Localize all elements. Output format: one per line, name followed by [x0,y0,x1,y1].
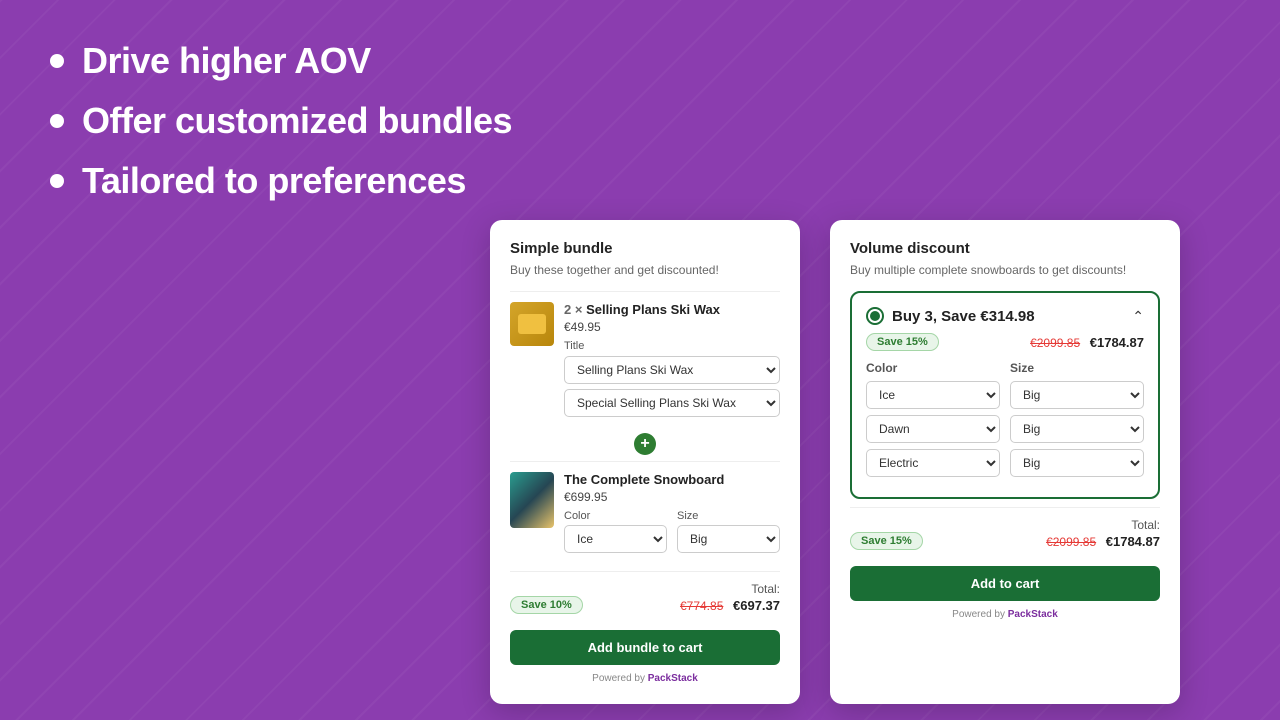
cards-area: Simple bundle Buy these together and get… [490,220,1180,704]
title-label: Title [564,340,780,352]
bullet-text-2: Offer customized bundles [82,100,512,142]
plan-title-text: Buy 3, Save €314.98 [892,308,1035,325]
product-info-2: The Complete Snowboard €699.95 Color Ice… [564,472,780,553]
color-col: Color Ice Dawn Electric [564,510,667,553]
size-select-row1[interactable]: BigMediumSmall [1010,381,1144,409]
size-select-row3[interactable]: BigMediumSmall [1010,449,1144,477]
bullet-dot-3 [50,174,64,188]
snowboard-product-image [510,472,554,528]
powered-by-simple: Powered by PackStack [510,673,780,684]
color-select-row3[interactable]: IceDawnElectric [866,449,1000,477]
plan-save-badge: Save 15% [866,333,939,351]
volume-price-discounted: €1784.87 [1106,534,1160,549]
variant-grid-row-1: IceDawnElectric BigMediumSmall [866,381,1144,409]
product-info-1: 2 × Selling Plans Ski Wax €49.95 Title S… [564,302,780,417]
total-label: Total: [510,582,780,596]
product1-select1[interactable]: Selling Plans Ski Wax [564,356,780,384]
product-row-2: The Complete Snowboard €699.95 Color Ice… [510,461,780,563]
color-select[interactable]: Ice Dawn Electric [564,525,667,553]
color-label: Color [564,510,667,522]
product-price-2: €699.95 [564,490,780,504]
radio-selected[interactable] [866,307,884,325]
add-bundle-to-cart-button[interactable]: Add bundle to cart [510,630,780,665]
volume-footer: Total: Save 15% €2099.85 €1784.87 Add to… [850,507,1160,620]
product-bold-name: Selling Plans Ski Wax [586,302,720,317]
wax-inner-block [518,314,546,334]
add-icon-container: + [510,427,780,461]
size-select-col-3: BigMediumSmall [1010,449,1144,477]
simple-bundle-title: Simple bundle [510,240,780,257]
bullet-item-3: Tailored to preferences [50,160,512,202]
simple-bundle-footer: Total: Save 10% €774.85 €697.37 Add bund… [510,571,780,684]
packstack-link-simple[interactable]: PackStack [648,673,698,684]
variant-grid-row-2: IceDawnElectric BigMediumSmall [866,415,1144,443]
volume-discount-subtitle: Buy multiple complete snowboards to get … [850,263,1160,277]
color-size-header: Color Size [866,361,1144,375]
size-col: Size Big Medium Small [677,510,780,553]
add-product-icon[interactable]: + [634,433,656,455]
plan-row[interactable]: Buy 3, Save €314.98 ⌃ Save 15% €2099.85 … [850,291,1160,499]
price-discounted: €697.37 [733,598,780,613]
color-header: Color [866,361,1000,375]
volume-save-row: Save 15% €2099.85 €1784.87 [850,532,1160,550]
color-select-col-1: IceDawnElectric [866,381,1000,409]
plan-chevron-icon[interactable]: ⌃ [1132,308,1144,325]
volume-save-badge: Save 15% [850,532,923,550]
bullet-dot-2 [50,114,64,128]
price-row: €774.85 €697.37 [680,598,780,613]
main-wrapper: Drive higher AOV Offer customized bundle… [0,0,1280,720]
size-header: Size [1010,361,1144,375]
plan-prices: €2099.85 €1784.87 [1030,335,1144,350]
plan-header: Buy 3, Save €314.98 ⌃ [866,307,1144,325]
variant-grid-row-3: IceDawnElectric BigMediumSmall [866,449,1144,477]
simple-bundle-subtitle: Buy these together and get discounted! [510,263,780,277]
bullet-text-3: Tailored to preferences [82,160,466,202]
bullet-item-2: Offer customized bundles [50,100,512,142]
size-label: Size [677,510,780,522]
color-select-col-2: IceDawnElectric [866,415,1000,443]
wax-product-image [510,302,554,346]
product1-select2[interactable]: Special Selling Plans Ski Wax [564,389,780,417]
product-name-1: 2 × Selling Plans Ski Wax [564,302,780,317]
variant-row: Color Ice Dawn Electric Size Big Me [564,510,780,553]
size-select-row2[interactable]: BigMediumSmall [1010,415,1144,443]
simple-bundle-card: Simple bundle Buy these together and get… [490,220,800,704]
plan-price-discounted: €1784.87 [1090,335,1144,350]
plan-title-row: Buy 3, Save €314.98 [866,307,1035,325]
powered-by-volume: Powered by PackStack [850,609,1160,620]
packstack-link-volume[interactable]: PackStack [1008,609,1058,620]
quantity-prefix: 2 × [564,302,582,317]
volume-discount-title: Volume discount [850,240,1160,257]
volume-discount-card: Volume discount Buy multiple complete sn… [830,220,1180,704]
plan-price-original: €2099.85 [1030,336,1080,350]
plan-save-row: Save 15% €2099.85 €1784.87 [866,333,1144,351]
bullet-text-1: Drive higher AOV [82,40,371,82]
radio-dot [870,311,880,321]
product-price-1: €49.95 [564,320,780,334]
size-select[interactable]: Big Medium Small [677,525,780,553]
volume-price-original: €2099.85 [1046,535,1096,549]
bullet-item-1: Drive higher AOV [50,40,512,82]
bullet-dot-1 [50,54,64,68]
size-select-col-2: BigMediumSmall [1010,415,1144,443]
product-name-2: The Complete Snowboard [564,472,780,487]
bullet-section: Drive higher AOV Offer customized bundle… [50,40,512,220]
save-row: Save 10% €774.85 €697.37 [510,596,780,614]
save-badge: Save 10% [510,596,583,614]
color-select-col-3: IceDawnElectric [866,449,1000,477]
price-original: €774.85 [680,599,723,613]
product-row-1: 2 × Selling Plans Ski Wax €49.95 Title S… [510,291,780,427]
color-select-row1[interactable]: IceDawnElectric [866,381,1000,409]
color-select-row2[interactable]: IceDawnElectric [866,415,1000,443]
add-to-cart-button[interactable]: Add to cart [850,566,1160,601]
volume-total-label: Total: [850,518,1160,532]
color-size-grid: Color Size IceDawnElectric BigMediumSmal… [866,361,1144,477]
size-select-col-1: BigMediumSmall [1010,381,1144,409]
volume-price-row: €2099.85 €1784.87 [1046,534,1160,549]
